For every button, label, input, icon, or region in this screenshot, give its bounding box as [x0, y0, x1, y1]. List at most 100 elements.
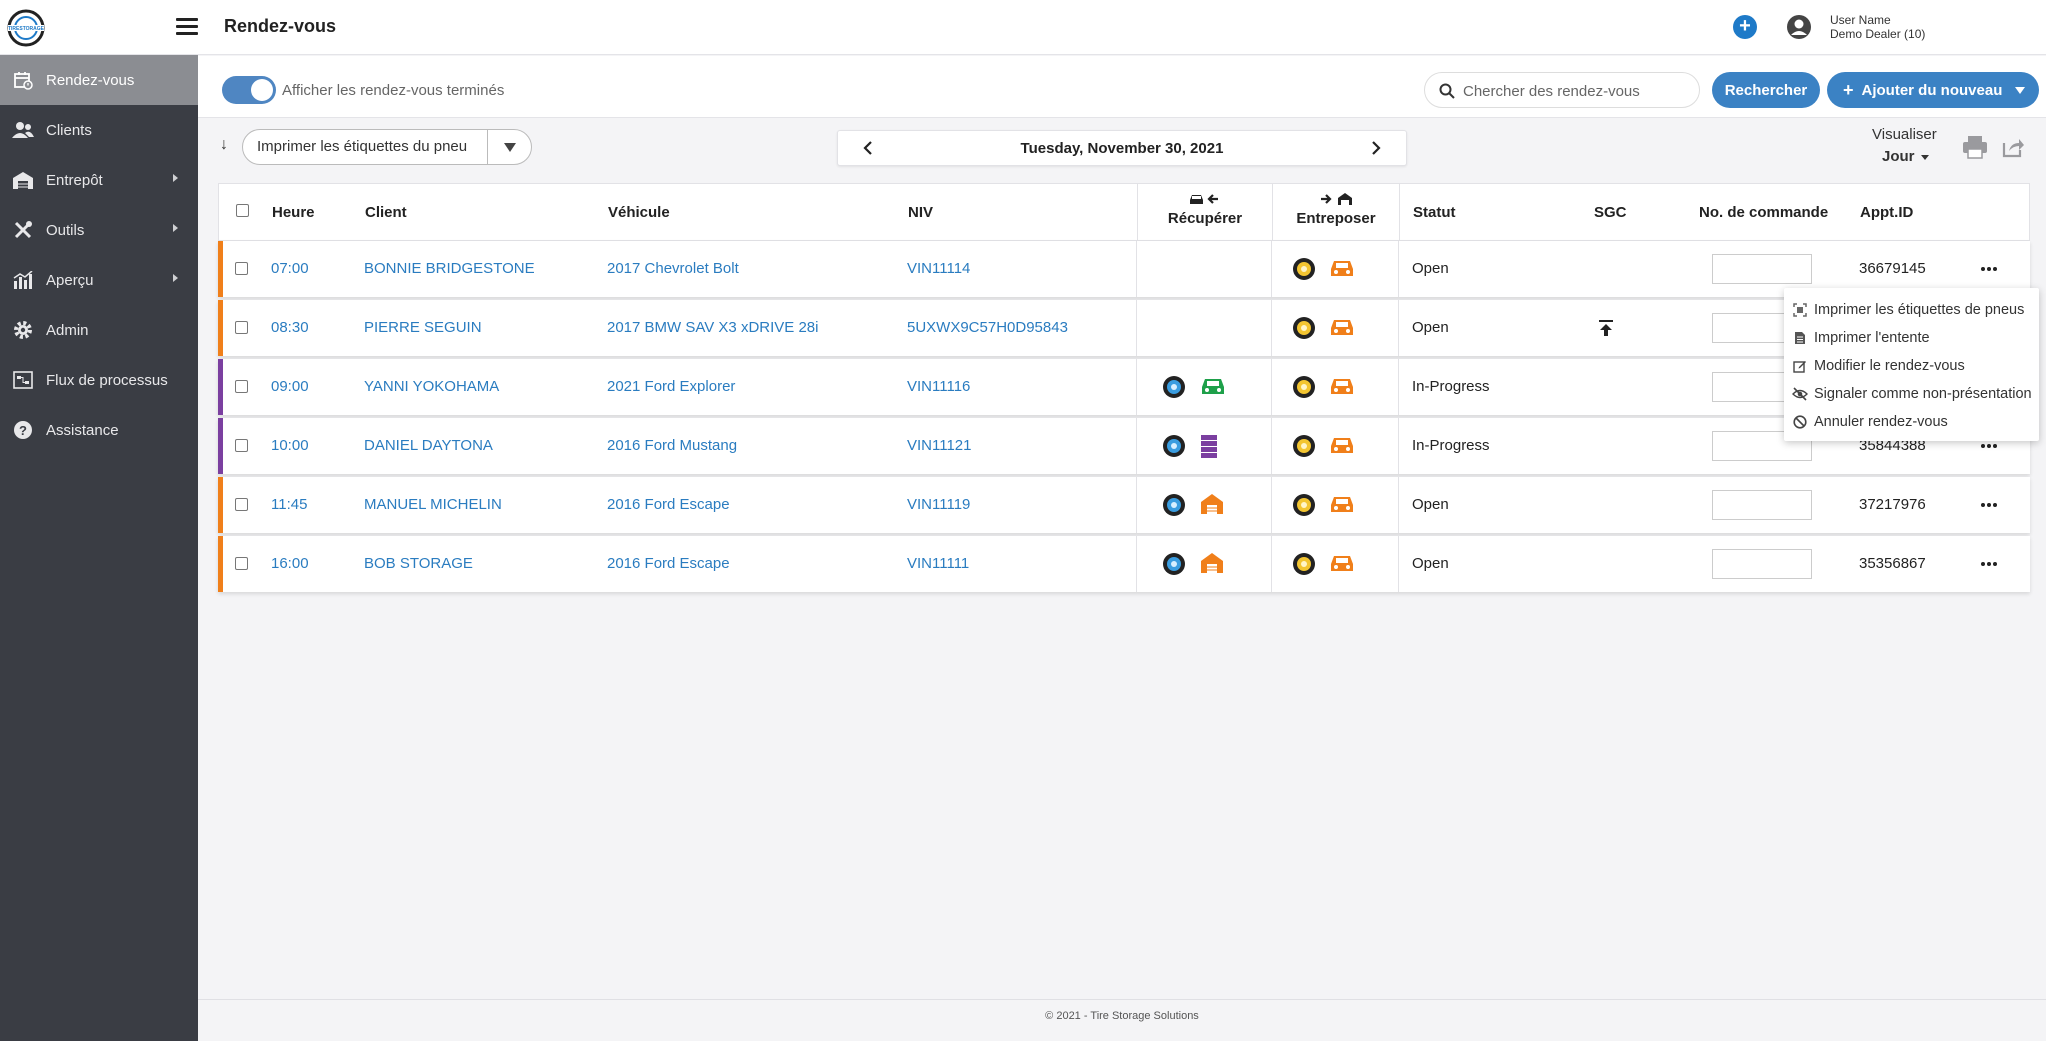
time-cell[interactable]: 10:00	[271, 437, 309, 454]
table-row[interactable]: 08:30 PIERRE SEGUIN 2017 BMW SAV X3 xDRI…	[218, 300, 2030, 356]
vin-cell[interactable]: VIN11116	[907, 378, 970, 395]
car-green-icon[interactable]	[1200, 375, 1224, 399]
column-header-vehicle[interactable]: Véhicule	[608, 204, 670, 221]
company-logo[interactable]: TIRESTORAGE	[4, 8, 48, 48]
column-header-appt-id[interactable]: Appt.ID	[1860, 204, 1913, 221]
table-row[interactable]: 11:45 MANUEL MICHELIN 2016 Ford Escape V…	[218, 477, 2030, 533]
column-header-time[interactable]: Heure	[272, 204, 315, 221]
time-cell[interactable]: 16:00	[271, 555, 309, 572]
sidebar-item-outils[interactable]: Outils	[0, 205, 198, 255]
tire-icon[interactable]	[1292, 316, 1316, 340]
tire-icon[interactable]	[1292, 493, 1316, 517]
add-new-button[interactable]: + Ajouter du nouveau	[1827, 72, 2039, 108]
vin-cell[interactable]: VIN11121	[907, 437, 972, 454]
more-actions-icon[interactable]	[1980, 556, 2004, 572]
vehicle-cell[interactable]: 2016 Ford Escape	[607, 496, 730, 513]
client-cell[interactable]: DANIEL DAYTONA	[364, 437, 493, 454]
table-row[interactable]: 10:00 DANIEL DAYTONA 2016 Ford Mustang V…	[218, 418, 2030, 474]
warehouse-orange-icon[interactable]	[1200, 552, 1224, 576]
tire-icon[interactable]	[1292, 552, 1316, 576]
sidebar-item-rendez-vous[interactable]: Rendez-vous	[0, 55, 198, 105]
rack-purple-icon[interactable]	[1200, 434, 1224, 458]
client-cell[interactable]: MANUEL MICHELIN	[364, 496, 502, 513]
user-info[interactable]: User Name Demo Dealer (10)	[1830, 13, 1925, 41]
tire-blue-icon[interactable]	[1162, 552, 1186, 576]
column-header-client[interactable]: Client	[365, 204, 407, 221]
column-header-order[interactable]: No. de commande	[1699, 204, 1828, 221]
vehicle-cell[interactable]: 2017 Chevrolet Bolt	[607, 260, 739, 277]
tire-icon[interactable]	[1292, 375, 1316, 399]
sort-icon[interactable]: ↓	[220, 136, 228, 154]
column-header-store[interactable]: Entreposer	[1273, 192, 1399, 227]
warehouse-orange-icon[interactable]	[1200, 493, 1224, 517]
vin-cell[interactable]: VIN11119	[907, 496, 970, 513]
sidebar-item-entrepot[interactable]: Entrepôt	[0, 155, 198, 205]
row-checkbox[interactable]	[235, 439, 248, 452]
tire-icon[interactable]	[1292, 434, 1316, 458]
column-header-vin[interactable]: NIV	[908, 204, 933, 221]
sidebar-item-clients[interactable]: Clients	[0, 105, 198, 155]
menu-toggle-button[interactable]	[176, 18, 198, 36]
more-actions-icon[interactable]	[1980, 497, 2004, 513]
menu-item-edit-appointment[interactable]: Modifier le rendez-vous	[1784, 352, 2039, 380]
order-number-input[interactable]	[1712, 254, 1812, 284]
time-cell[interactable]: 11:45	[271, 496, 307, 513]
table-row[interactable]: 16:00 BOB STORAGE 2016 Ford Escape VIN11…	[218, 536, 2030, 592]
dropdown-caret-icon[interactable]	[2015, 87, 2025, 94]
sidebar-item-admin[interactable]: Admin	[0, 305, 198, 355]
car-orange-icon[interactable]	[1329, 493, 1353, 517]
select-all-checkbox[interactable]	[236, 204, 249, 217]
chevron-right-icon[interactable]	[1368, 140, 1384, 156]
user-avatar-icon[interactable]	[1786, 14, 1812, 40]
vin-cell[interactable]: 5UXWX9C57H0D95843	[907, 319, 1068, 336]
time-cell[interactable]: 09:00	[271, 378, 309, 395]
show-completed-toggle[interactable]	[222, 76, 276, 104]
menu-item-print-tire-labels[interactable]: Imprimer les étiquettes de pneus	[1784, 296, 2039, 324]
print-labels-button[interactable]: Imprimer les étiquettes du pneu	[243, 130, 487, 164]
client-cell[interactable]: PIERRE SEGUIN	[364, 319, 482, 336]
vin-cell[interactable]: VIN11111	[907, 555, 969, 572]
upload-icon[interactable]	[1598, 319, 1622, 343]
vin-cell[interactable]: VIN11114	[907, 260, 970, 277]
car-orange-icon[interactable]	[1329, 552, 1353, 576]
vehicle-cell[interactable]: 2021 Ford Explorer	[607, 378, 735, 395]
menu-item-cancel-appointment[interactable]: Annuler rendez-vous	[1784, 408, 2039, 436]
vehicle-cell[interactable]: 2016 Ford Escape	[607, 555, 730, 572]
client-cell[interactable]: BONNIE BRIDGESTONE	[364, 260, 535, 277]
column-header-sgc[interactable]: SGC	[1594, 204, 1627, 221]
printer-icon[interactable]	[1962, 135, 1988, 159]
column-header-status[interactable]: Statut	[1413, 204, 1456, 221]
row-checkbox[interactable]	[235, 262, 248, 275]
print-labels-dropdown[interactable]	[487, 130, 531, 164]
table-row[interactable]: 07:00 BONNIE BRIDGESTONE 2017 Chevrolet …	[218, 241, 2030, 297]
time-cell[interactable]: 07:00	[271, 260, 309, 277]
car-orange-icon[interactable]	[1329, 257, 1353, 281]
tire-blue-icon[interactable]	[1162, 493, 1186, 517]
view-select[interactable]: Jour	[1882, 148, 1929, 165]
order-number-input[interactable]	[1712, 490, 1812, 520]
menu-item-print-agreement[interactable]: Imprimer l'entente	[1784, 324, 2039, 352]
time-cell[interactable]: 08:30	[271, 319, 309, 336]
quick-add-button[interactable]: +	[1733, 15, 1757, 39]
row-checkbox[interactable]	[235, 498, 248, 511]
row-checkbox[interactable]	[235, 380, 248, 393]
tire-icon[interactable]	[1292, 257, 1316, 281]
tire-blue-icon[interactable]	[1162, 434, 1186, 458]
car-orange-icon[interactable]	[1329, 316, 1353, 340]
row-checkbox[interactable]	[235, 321, 248, 334]
row-checkbox[interactable]	[235, 557, 248, 570]
search-button[interactable]: Rechercher	[1712, 72, 1820, 108]
sidebar-item-apercu[interactable]: Aperçu	[0, 255, 198, 305]
search-input[interactable]	[1463, 80, 1683, 102]
client-cell[interactable]: YANNI YOKOHAMA	[364, 378, 499, 395]
menu-item-no-show[interactable]: Signaler comme non-présentation	[1784, 380, 2039, 408]
share-icon[interactable]	[2001, 135, 2025, 159]
order-number-input[interactable]	[1712, 549, 1812, 579]
sidebar-item-flux-de-processus[interactable]: Flux de processus	[0, 355, 198, 405]
sidebar-item-assistance[interactable]: ? Assistance	[0, 405, 198, 455]
car-orange-icon[interactable]	[1329, 434, 1353, 458]
car-orange-icon[interactable]	[1329, 375, 1353, 399]
vehicle-cell[interactable]: 2017 BMW SAV X3 xDRIVE 28i	[607, 319, 818, 336]
column-header-pickup[interactable]: Récupérer	[1138, 192, 1272, 227]
vehicle-cell[interactable]: 2016 Ford Mustang	[607, 437, 737, 454]
